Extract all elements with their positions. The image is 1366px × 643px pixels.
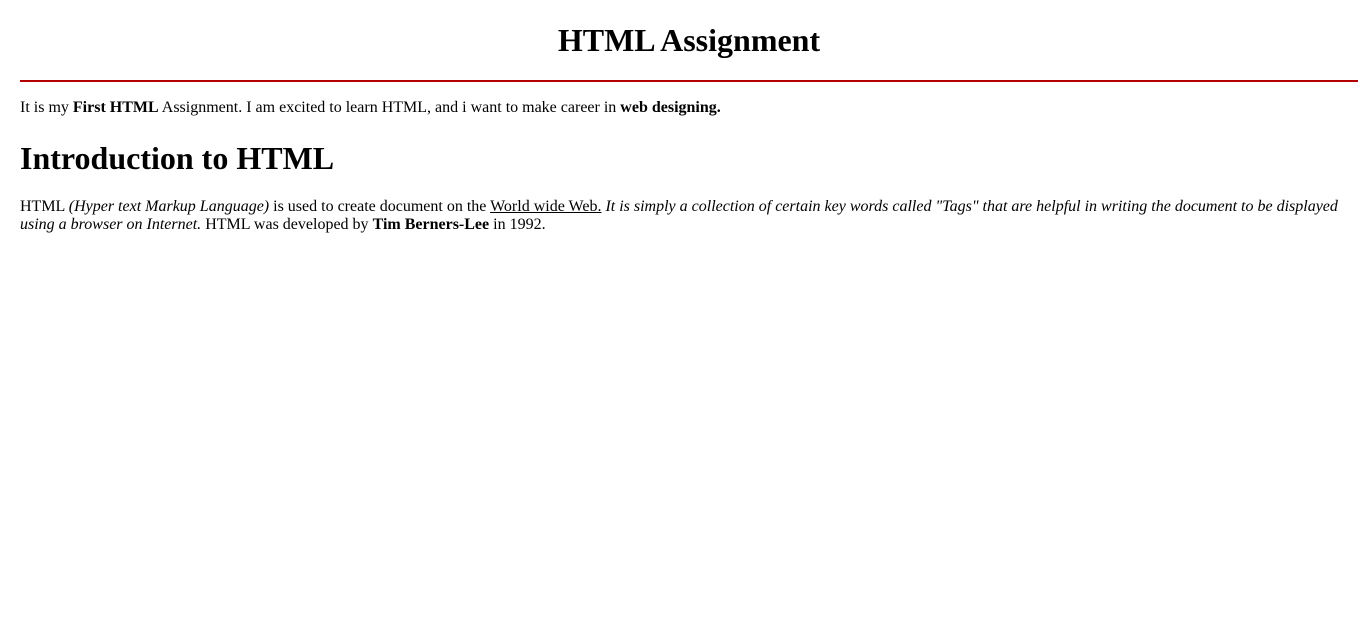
section-paragraph: HTML (Hyper text Markup Language) is use…: [20, 198, 1344, 234]
section-text-4: in 1992.: [489, 216, 546, 233]
section-italic-1: (Hyper text Markup Language): [68, 198, 270, 215]
page-title: HTML Assignment: [557, 22, 821, 58]
intro-text-2: Assignment. I am excited to learn HTML, …: [158, 99, 621, 116]
section-heading: Introduction to HTML: [20, 140, 335, 176]
document-page: HTML Assignment It is my First HTML Assi…: [0, 0, 1366, 643]
section-text-1: HTML: [20, 198, 69, 215]
intro-paragraph: It is my First HTML Assignment. I am exc…: [20, 99, 1358, 117]
horizontal-rule: [20, 80, 1358, 82]
intro-bold-1: First HTML: [72, 99, 159, 116]
section-text-2: is used to create document on the: [269, 198, 491, 215]
section-text-3: HTML was developed by: [201, 216, 373, 233]
intro-bold-2: web designing.: [620, 99, 721, 116]
intro-text-1: It is my: [20, 99, 73, 116]
section-bold-1: Tim Berners-Lee: [372, 216, 490, 233]
world-wide-web-link[interactable]: World wide Web.: [490, 198, 601, 215]
